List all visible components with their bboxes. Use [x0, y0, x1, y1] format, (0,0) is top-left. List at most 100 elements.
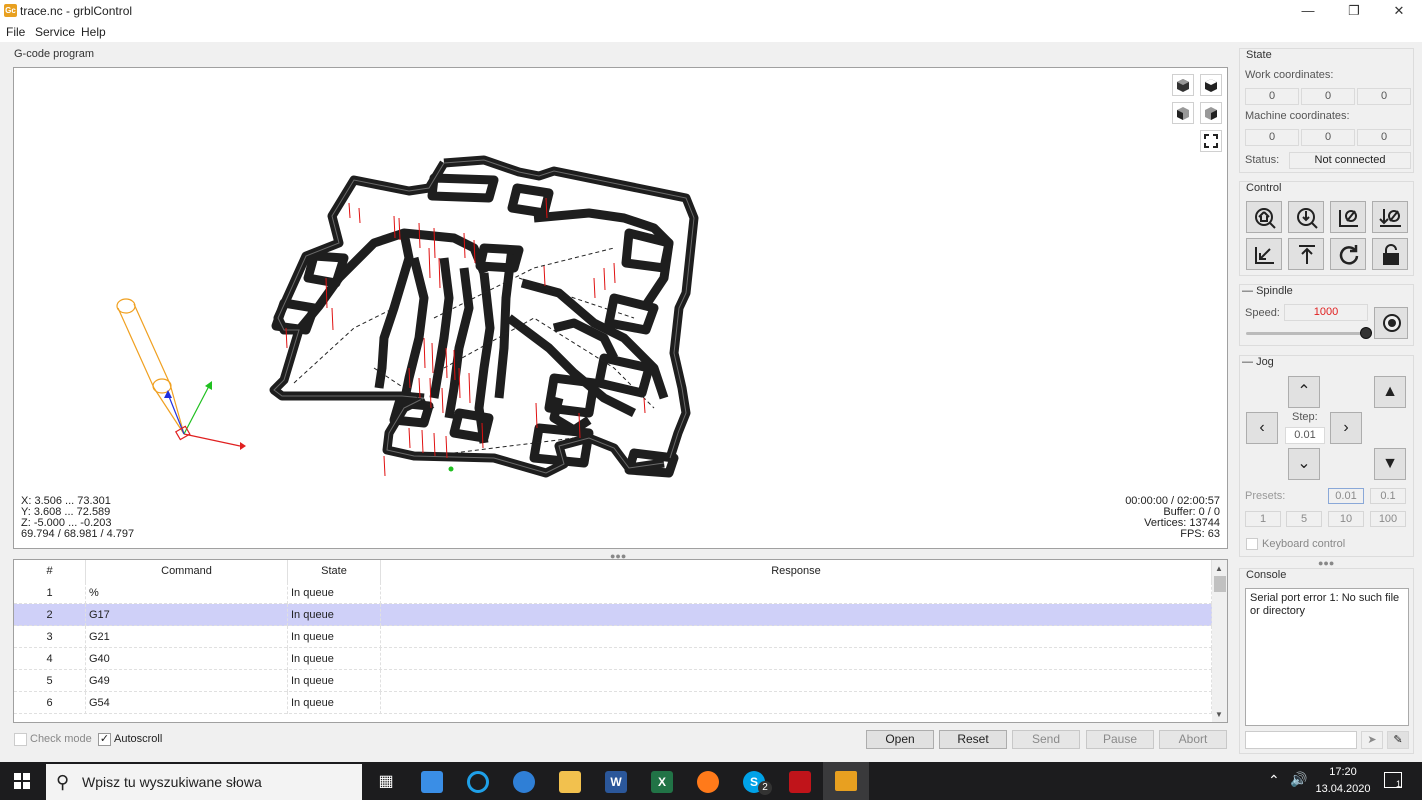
table-row[interactable]: 5 G49 In queue: [14, 670, 1212, 692]
app-icon: Gc: [4, 4, 17, 17]
view-left-button[interactable]: [1200, 102, 1222, 124]
preset-0-1-button[interactable]: 0.1: [1370, 488, 1406, 504]
send-command-icon[interactable]: ➤: [1361, 731, 1383, 749]
check-mode-checkbox[interactable]: [14, 733, 27, 746]
onedrive-icon[interactable]: [513, 771, 535, 793]
close-button[interactable]: ✕: [1376, 0, 1422, 22]
word-icon[interactable]: W: [605, 771, 627, 793]
fps-label: FPS: 63: [1180, 528, 1220, 540]
console-title: Console: [1246, 569, 1287, 581]
restore-button[interactable]: ❐: [1331, 0, 1377, 22]
spindle-toggle-button[interactable]: [1374, 307, 1408, 339]
chevron-down-icon: ⌄: [1297, 455, 1311, 472]
gcode-3d-viewer[interactable]: X: 3.506 ... 73.301 Y: 3.608 ... 72.589 …: [13, 67, 1228, 549]
reset-button[interactable]: Reset: [939, 730, 1007, 749]
control-title: Control: [1246, 182, 1282, 194]
jog-y-plus-button[interactable]: ⌃: [1288, 376, 1320, 408]
table-scrollbar[interactable]: ▲ ▼: [1212, 560, 1227, 722]
minimize-button[interactable]: —: [1285, 0, 1331, 22]
cell-response: [381, 692, 1212, 714]
menu-help[interactable]: Help: [81, 25, 106, 39]
send-button[interactable]: Send: [1012, 730, 1080, 749]
safe-z-icon[interactable]: [1288, 238, 1324, 270]
machine-coordinates-label: Machine coordinates:: [1245, 110, 1350, 122]
cell-number: 2: [14, 604, 86, 626]
preset-5-button[interactable]: 5: [1286, 511, 1322, 527]
zero-xy-icon[interactable]: [1330, 201, 1366, 233]
table-row[interactable]: 3 G21 In queue: [14, 626, 1212, 648]
open-button[interactable]: Open: [866, 730, 934, 749]
console-input[interactable]: [1245, 731, 1357, 749]
fit-view-button[interactable]: [1200, 130, 1222, 152]
windows-start-icon[interactable]: [14, 773, 30, 792]
excel-icon[interactable]: X: [651, 771, 673, 793]
taskbar-search[interactable]: ⚲ Wpisz tu wyszukiwane słowa: [46, 764, 362, 800]
preset-0-01-button[interactable]: 0.01: [1328, 488, 1364, 504]
pause-button[interactable]: Pause: [1086, 730, 1154, 749]
file-explorer-icon[interactable]: [559, 771, 581, 793]
cell-state: In queue: [288, 604, 381, 626]
jog-z-minus-button[interactable]: ▼: [1374, 448, 1406, 480]
keyboard-control-checkbox[interactable]: [1246, 538, 1258, 550]
header-response[interactable]: Response: [381, 560, 1212, 582]
table-row[interactable]: 6 G54 In queue: [14, 692, 1212, 714]
volume-icon[interactable]: 🔊: [1290, 771, 1307, 788]
spindle-title-text: Spindle: [1256, 285, 1293, 297]
jog-x-minus-button[interactable]: ‹: [1246, 412, 1278, 444]
home-icon[interactable]: [1246, 201, 1282, 233]
store-icon[interactable]: [421, 771, 443, 793]
zero-probe-icon[interactable]: [1288, 201, 1324, 233]
console-output[interactable]: Serial port error 1: No such file or dir…: [1245, 588, 1409, 726]
search-icon: ⚲: [56, 772, 70, 792]
header-number[interactable]: #: [14, 560, 86, 582]
jog-x-plus-button[interactable]: ›: [1330, 412, 1362, 444]
preset-10-button[interactable]: 10: [1328, 511, 1364, 527]
abort-button[interactable]: Abort: [1159, 730, 1227, 749]
firefox-icon[interactable]: [697, 771, 719, 793]
return-xy-icon[interactable]: [1246, 238, 1282, 270]
cell-state: In queue: [288, 670, 381, 692]
mcafee-icon[interactable]: [789, 771, 811, 793]
cell-state: In queue: [288, 648, 381, 670]
jog-group: — Jog ⌃ ▲ ‹ Step: 0.01 › ⌄ ▼ Presets: 0.…: [1239, 355, 1414, 557]
splitter-handle-right[interactable]: ●●●: [1318, 558, 1334, 568]
autoscroll-checkbox[interactable]: ✓: [98, 733, 111, 746]
machine-y-field: 0: [1301, 129, 1355, 146]
restore-origin-icon[interactable]: [1330, 238, 1366, 270]
view-top-button[interactable]: [1200, 74, 1222, 96]
unlock-icon[interactable]: [1372, 238, 1408, 270]
table-row[interactable]: 1% In queue: [14, 582, 1212, 604]
gcode-table[interactable]: # Command State Response 1% In queue 2 G17 I…: [13, 559, 1228, 723]
preset-100-button[interactable]: 100: [1370, 511, 1406, 527]
jog-y-minus-button[interactable]: ⌄: [1288, 448, 1320, 480]
table-row[interactable]: 4 G40 In queue: [14, 648, 1212, 670]
show-hidden-icons[interactable]: ⌃: [1268, 772, 1280, 789]
table-row[interactable]: 2 G17 In queue: [14, 604, 1212, 626]
cell-state: In queue: [288, 582, 381, 604]
clock-date[interactable]: 13.04.2020: [1312, 783, 1374, 795]
autoscroll-label: Autoscroll: [114, 733, 163, 745]
header-state[interactable]: State: [288, 560, 381, 582]
speed-field[interactable]: 1000: [1284, 304, 1368, 321]
zero-z-icon[interactable]: [1372, 201, 1408, 233]
edge-icon[interactable]: [467, 771, 489, 793]
clear-console-icon[interactable]: ✎: [1387, 731, 1409, 749]
chevron-up-icon: ⌃: [1297, 383, 1311, 400]
grblcontrol-task[interactable]: [823, 762, 869, 800]
view-front-button[interactable]: [1172, 102, 1194, 124]
title-bar: Gc trace.nc - grblControl — ❐ ✕: [0, 0, 1422, 22]
step-field[interactable]: 0.01: [1285, 427, 1325, 444]
jog-z-plus-button[interactable]: ▲: [1374, 376, 1406, 408]
clock-time[interactable]: 17:20: [1318, 766, 1368, 778]
notifications-icon[interactable]: 1: [1384, 772, 1402, 789]
menu-file[interactable]: File: [6, 25, 25, 39]
view-iso-button[interactable]: [1172, 74, 1194, 96]
cell-state: In queue: [288, 692, 381, 714]
speed-slider-handle[interactable]: [1360, 327, 1372, 339]
work-z-field: 0: [1357, 88, 1411, 105]
menu-service[interactable]: Service: [35, 25, 75, 39]
header-command[interactable]: Command: [86, 560, 288, 582]
preset-1-button[interactable]: 1: [1245, 511, 1281, 527]
work-coordinates-label: Work coordinates:: [1245, 69, 1334, 81]
task-view-icon[interactable]: ▦: [375, 771, 397, 793]
